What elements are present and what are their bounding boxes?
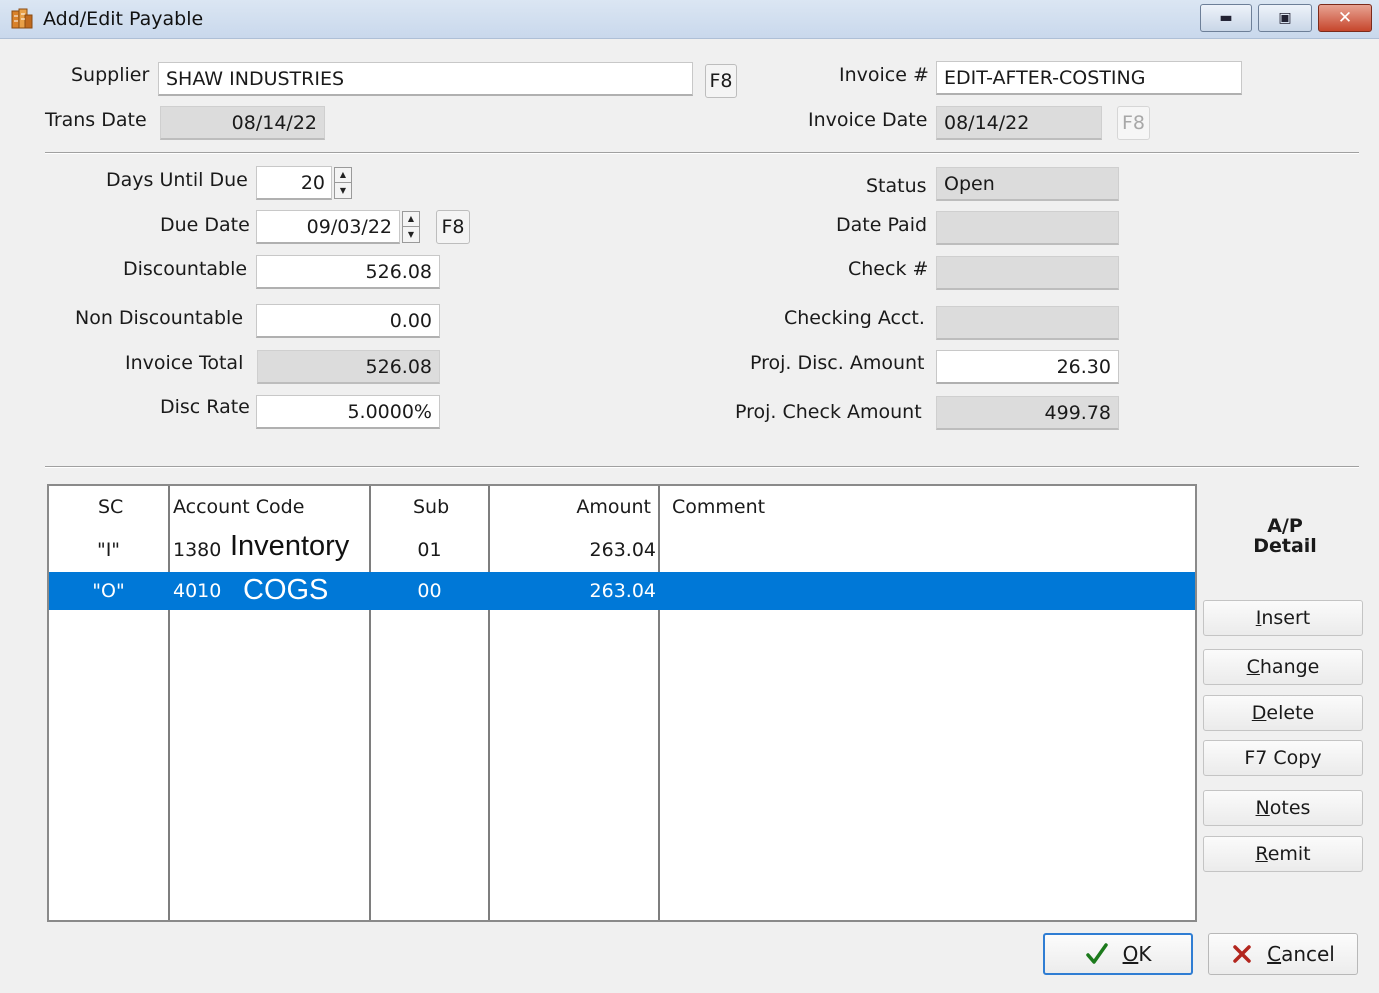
days-until-due-label: Days Until Due: [106, 169, 248, 191]
cancel-mnemonic: C: [1267, 942, 1282, 966]
delete-label: elete: [1266, 702, 1315, 724]
discountable-label: Discountable: [123, 258, 248, 280]
remit-button[interactable]: Remit: [1203, 836, 1363, 872]
due-date-spinner[interactable]: ▲ ▼: [402, 211, 420, 243]
cell-sc: "I": [96, 539, 121, 561]
invoice-total-field: 526.08: [257, 350, 440, 384]
column-header-amount[interactable]: Amount: [489, 496, 651, 518]
ok-mnemonic: O: [1122, 942, 1139, 966]
ap-detail-title-line1: A/P: [1267, 515, 1303, 537]
spin-down-icon[interactable]: ▼: [403, 227, 419, 242]
cell-account-code: 4010: [173, 580, 222, 602]
table-row[interactable]: "I" 1380 Inventory 01 263.04: [49, 530, 1195, 569]
invoice-number-field[interactable]: EDIT-AFTER-COSTING: [936, 61, 1242, 95]
due-date-field[interactable]: 09/03/22: [256, 210, 400, 244]
separator-middle: [45, 466, 1359, 468]
checkmark-icon: [1085, 943, 1108, 964]
due-date-lookup-button[interactable]: F8: [436, 210, 470, 244]
column-header-sc[interactable]: SC: [98, 496, 123, 518]
spin-up-icon[interactable]: ▲: [335, 168, 351, 183]
close-button[interactable]: ✕: [1318, 4, 1372, 32]
delete-mnemonic: D: [1251, 702, 1267, 724]
cell-sc: "O": [92, 580, 125, 602]
disc-rate-label: Disc Rate: [160, 396, 250, 418]
separator-top: [45, 152, 1359, 154]
trans-date-label: Trans Date: [45, 109, 147, 131]
cell-amount: 263.04: [589, 580, 656, 602]
column-header-comment[interactable]: Comment: [672, 496, 765, 518]
window-title: Add/Edit Payable: [43, 8, 204, 30]
trans-date-field: 08/14/22: [160, 106, 325, 140]
status-label: Status: [866, 175, 927, 197]
proj-check-amount-label: Proj. Check Amount: [735, 401, 922, 423]
minimize-icon: ▬: [1219, 10, 1233, 26]
discountable-field[interactable]: 526.08: [256, 255, 440, 289]
remit-mnemonic: R: [1255, 843, 1268, 865]
ap-detail-grid[interactable]: SC Account Code Sub Amount Comment "I" 1…: [47, 484, 1197, 922]
ok-button[interactable]: OK: [1043, 933, 1193, 975]
supplier-lookup-button[interactable]: F8: [705, 64, 737, 98]
check-number-field: [936, 256, 1119, 290]
change-button[interactable]: Change: [1203, 649, 1363, 685]
ap-detail-title: A/P Detail: [1203, 516, 1367, 556]
supplier-field[interactable]: SHAW INDUSTRIES: [158, 62, 693, 96]
invoice-date-label: Invoice Date: [808, 109, 928, 131]
copy-button[interactable]: F7 Copy: [1203, 740, 1363, 776]
date-paid-field: [936, 211, 1119, 245]
notes-button[interactable]: Notes: [1203, 790, 1363, 826]
spin-down-icon[interactable]: ▼: [335, 183, 351, 198]
notes-mnemonic: N: [1255, 797, 1270, 819]
change-label: hange: [1259, 656, 1320, 678]
checking-acct-label: Checking Acct.: [784, 307, 925, 329]
invoice-date-lookup-button[interactable]: F8: [1117, 106, 1150, 140]
title-bar: Add/Edit Payable ▬ ▣ ✕: [0, 0, 1379, 39]
cancel-label: ancel: [1281, 942, 1335, 966]
notes-label: otes: [1269, 797, 1311, 819]
change-mnemonic: C: [1246, 656, 1260, 678]
cell-account-annotation: Inventory: [230, 530, 350, 562]
remit-label: emit: [1267, 843, 1311, 865]
days-until-due-field[interactable]: 20: [256, 166, 332, 200]
ap-detail-title-line2: Detail: [1253, 535, 1317, 557]
table-row-selected[interactable]: "O" 4010 COGS 00 263.04: [49, 572, 1195, 610]
spin-up-icon[interactable]: ▲: [403, 212, 419, 227]
cell-amount: 263.04: [589, 539, 656, 561]
cancel-button[interactable]: Cancel: [1208, 933, 1358, 975]
maximize-button[interactable]: ▣: [1258, 4, 1312, 32]
delete-button[interactable]: Delete: [1203, 695, 1363, 731]
proj-check-amount-field: 499.78: [936, 396, 1119, 430]
column-header-sub[interactable]: Sub: [413, 496, 449, 518]
insert-label: nsert: [1261, 607, 1311, 629]
restore-icon: ▣: [1278, 10, 1292, 26]
copy-label: F7 Copy: [1244, 747, 1322, 769]
cancel-x-icon: [1233, 945, 1251, 963]
status-field: Open: [936, 167, 1119, 201]
due-date-label: Due Date: [160, 214, 250, 236]
app-icon: [11, 8, 33, 29]
cell-sub: 01: [417, 539, 442, 561]
check-number-label: Check #: [848, 258, 929, 280]
checking-acct-field: [936, 306, 1119, 340]
proj-disc-amount-label: Proj. Disc. Amount: [750, 352, 925, 374]
insert-button[interactable]: Insert: [1203, 600, 1363, 636]
minimize-button[interactable]: ▬: [1200, 4, 1252, 32]
cell-sub: 00: [417, 580, 442, 602]
disc-rate-field[interactable]: 5.0000%: [256, 395, 440, 429]
cell-account-annotation: COGS: [243, 574, 329, 606]
date-paid-label: Date Paid: [836, 214, 928, 236]
non-discountable-field[interactable]: 0.00: [256, 304, 440, 338]
invoice-date-field: 08/14/22: [936, 106, 1102, 140]
proj-disc-amount-field[interactable]: 26.30: [936, 350, 1119, 384]
invoice-number-label: Invoice #: [839, 64, 929, 86]
column-header-account-code[interactable]: Account Code: [173, 496, 304, 518]
invoice-total-label: Invoice Total: [125, 352, 244, 374]
days-until-due-spinner[interactable]: ▲ ▼: [334, 167, 352, 199]
ok-label: K: [1138, 942, 1152, 966]
non-discountable-label: Non Discountable: [75, 307, 244, 329]
close-icon: ✕: [1337, 8, 1353, 28]
supplier-label: Supplier: [71, 64, 150, 86]
cell-account-code: 1380: [173, 539, 222, 561]
